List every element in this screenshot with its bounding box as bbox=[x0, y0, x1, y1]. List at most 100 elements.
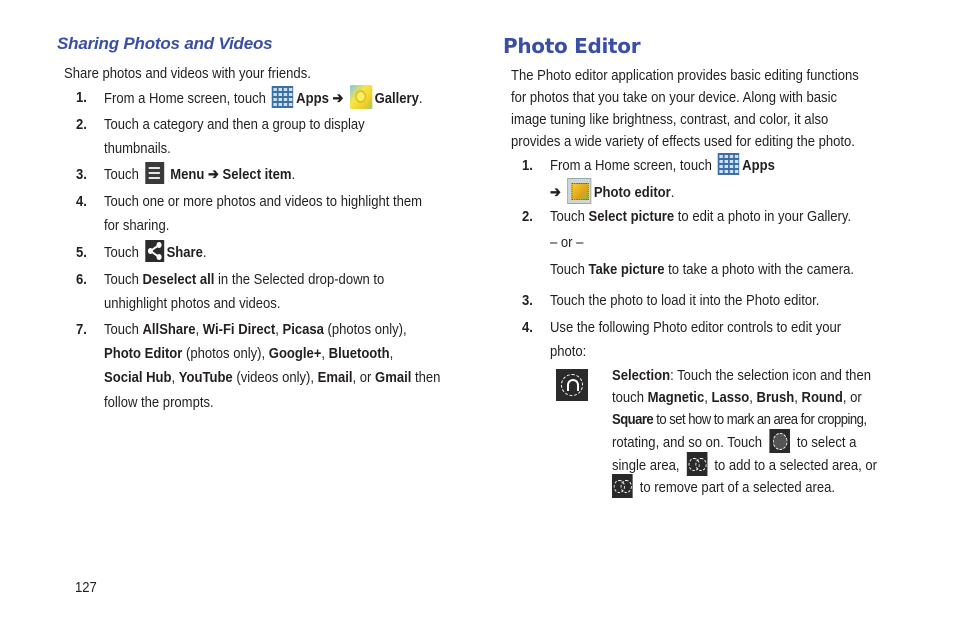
arrow: ➔ bbox=[207, 166, 219, 184]
step-number: 5. bbox=[76, 244, 87, 261]
step-number: 6. bbox=[76, 271, 87, 288]
r-step-4-line-2: photo: bbox=[550, 343, 587, 360]
brush-label: Brush bbox=[756, 389, 795, 406]
step-6-line-2: unhighlight photos and videos. bbox=[104, 295, 281, 312]
step-text: (photos only), bbox=[186, 345, 266, 362]
gallery-icon bbox=[349, 85, 373, 109]
step-text: Touch bbox=[550, 208, 585, 225]
selection-text: to select a bbox=[796, 434, 857, 452]
step-3-text: Touch Menu ➔ Select item. bbox=[104, 162, 295, 184]
r-step-3-text: Touch the photo to load it into the Phot… bbox=[550, 292, 820, 309]
step-2-line-1: Touch a category and then a group to dis… bbox=[104, 116, 365, 133]
remove-area-icon bbox=[612, 474, 633, 498]
step-text: Touch bbox=[550, 261, 585, 278]
section-heading-photo-editor: Photo Editor bbox=[503, 34, 641, 58]
step-text: Touch bbox=[104, 271, 139, 288]
allshare-label: AllShare bbox=[142, 321, 196, 338]
social-hub-label: Social Hub bbox=[104, 369, 172, 386]
step-4-line-1: Touch one or more photos and videos to h… bbox=[104, 193, 423, 210]
punct: . bbox=[418, 90, 423, 108]
square-label: Square bbox=[612, 411, 654, 428]
step-number: 3. bbox=[522, 292, 533, 309]
selection-line-6: to remove part of a selected area. bbox=[612, 474, 836, 498]
gmail-label: Gmail bbox=[375, 369, 412, 386]
step-text: From a Home screen, touch bbox=[104, 90, 266, 108]
selection-text: to remove part of a selected area. bbox=[639, 479, 836, 497]
step-number: 2. bbox=[522, 208, 533, 225]
email-label: Email bbox=[317, 369, 353, 386]
selection-line-3: Square to set how to mark an area for cr… bbox=[612, 411, 867, 429]
intro-line: image tuning like brightness, contrast, … bbox=[511, 111, 829, 128]
step-1-text: From a Home screen, touch Apps ➔ Gallery… bbox=[104, 85, 423, 109]
selection-text: rotating, and so on. Touch bbox=[612, 434, 763, 452]
step-number: 2. bbox=[76, 116, 87, 133]
punct: . bbox=[670, 184, 675, 202]
step-2-line-2: thumbnails. bbox=[104, 140, 171, 157]
r-step-1-line-1: From a Home screen, touch Apps bbox=[550, 153, 775, 175]
apps-label: Apps bbox=[742, 157, 775, 175]
photo-editor-icon bbox=[567, 178, 592, 204]
single-area-icon bbox=[769, 429, 790, 453]
step-text: Touch bbox=[104, 166, 139, 184]
page-number: 127 bbox=[75, 579, 97, 596]
step-7-line-4: follow the prompts. bbox=[104, 394, 214, 411]
magnetic-label: Magnetic bbox=[647, 389, 705, 406]
deselect-all-label: Deselect all bbox=[142, 271, 215, 288]
sharing-intro: Share photos and videos with your friend… bbox=[64, 65, 311, 82]
select-item-label: Select item bbox=[222, 166, 292, 184]
photo-editor-label: Photo Editor bbox=[104, 345, 183, 362]
arrow: ➔ bbox=[550, 184, 561, 202]
menu-icon bbox=[145, 162, 164, 184]
step-7-line-1: Touch AllShare, Wi-Fi Direct, Picasa (ph… bbox=[104, 321, 407, 338]
take-picture-label: Take picture bbox=[588, 261, 665, 278]
r-step-2-line-1: Touch Select picture to edit a photo in … bbox=[550, 208, 851, 226]
step-number: 7. bbox=[76, 321, 87, 338]
share-label: Share bbox=[166, 244, 203, 262]
step-5-text: Touch Share. bbox=[104, 240, 207, 262]
step-text: (photos only), bbox=[327, 321, 407, 338]
intro-line: for photos that you take on your device.… bbox=[511, 89, 838, 106]
step-number: 1. bbox=[76, 89, 87, 106]
youtube-label: YouTube bbox=[178, 369, 233, 386]
gallery-label: Gallery bbox=[374, 90, 419, 108]
selection-icon bbox=[556, 369, 588, 401]
step-number: 1. bbox=[522, 157, 533, 174]
selection-line-1: Selection: Touch the selection icon and … bbox=[612, 367, 871, 385]
selection-text: touch bbox=[612, 389, 644, 406]
selection-text: , or bbox=[842, 389, 862, 406]
menu-label: Menu bbox=[170, 166, 205, 184]
google-plus-label: Google+ bbox=[268, 345, 322, 362]
step-text: to take a photo with the camera. bbox=[668, 261, 854, 278]
apps-label: Apps bbox=[296, 90, 329, 108]
step-text: , or bbox=[352, 369, 372, 386]
selection-line-2: touch Magnetic, Lasso, Brush, Round, or bbox=[612, 389, 862, 406]
or-separator: – or – bbox=[550, 234, 584, 251]
selection-label: Selection bbox=[612, 367, 671, 384]
section-heading-sharing: Sharing Photos and Videos bbox=[57, 34, 273, 53]
step-text: (videos only), bbox=[236, 369, 315, 386]
bluetooth-label: Bluetooth bbox=[328, 345, 390, 362]
intro-line: provides a wide variety of effects used … bbox=[511, 133, 855, 150]
add-area-icon bbox=[686, 452, 708, 476]
r-step-1-line-2: ➔ Photo editor. bbox=[550, 178, 675, 204]
selection-text: : Touch the selection icon and then bbox=[670, 367, 871, 384]
punct: . bbox=[202, 244, 207, 262]
r-step-4-line-1: Use the following Photo editor controls … bbox=[550, 319, 842, 336]
lasso-label: Lasso bbox=[711, 389, 750, 406]
step-7-line-3: Social Hub, YouTube (videos only), Email… bbox=[104, 369, 441, 386]
step-number: 4. bbox=[522, 319, 533, 336]
round-label: Round bbox=[801, 389, 843, 406]
wifi-direct-label: Wi-Fi Direct bbox=[202, 321, 276, 338]
apps-grid-icon bbox=[272, 86, 294, 108]
step-text: then bbox=[414, 369, 441, 386]
selection-line-4: rotating, and so on. Touch to select a bbox=[612, 429, 857, 453]
step-number: 4. bbox=[76, 193, 87, 210]
step-4-line-2: for sharing. bbox=[104, 217, 170, 234]
selection-text: single area, bbox=[612, 457, 680, 475]
intro-line: The Photo editor application provides ba… bbox=[511, 67, 859, 84]
step-text: in the Selected drop-down to bbox=[218, 271, 385, 288]
apps-grid-icon bbox=[718, 153, 740, 175]
picasa-label: Picasa bbox=[282, 321, 324, 338]
selection-text: to add to a selected area, or bbox=[714, 457, 877, 475]
select-picture-label: Select picture bbox=[588, 208, 675, 225]
